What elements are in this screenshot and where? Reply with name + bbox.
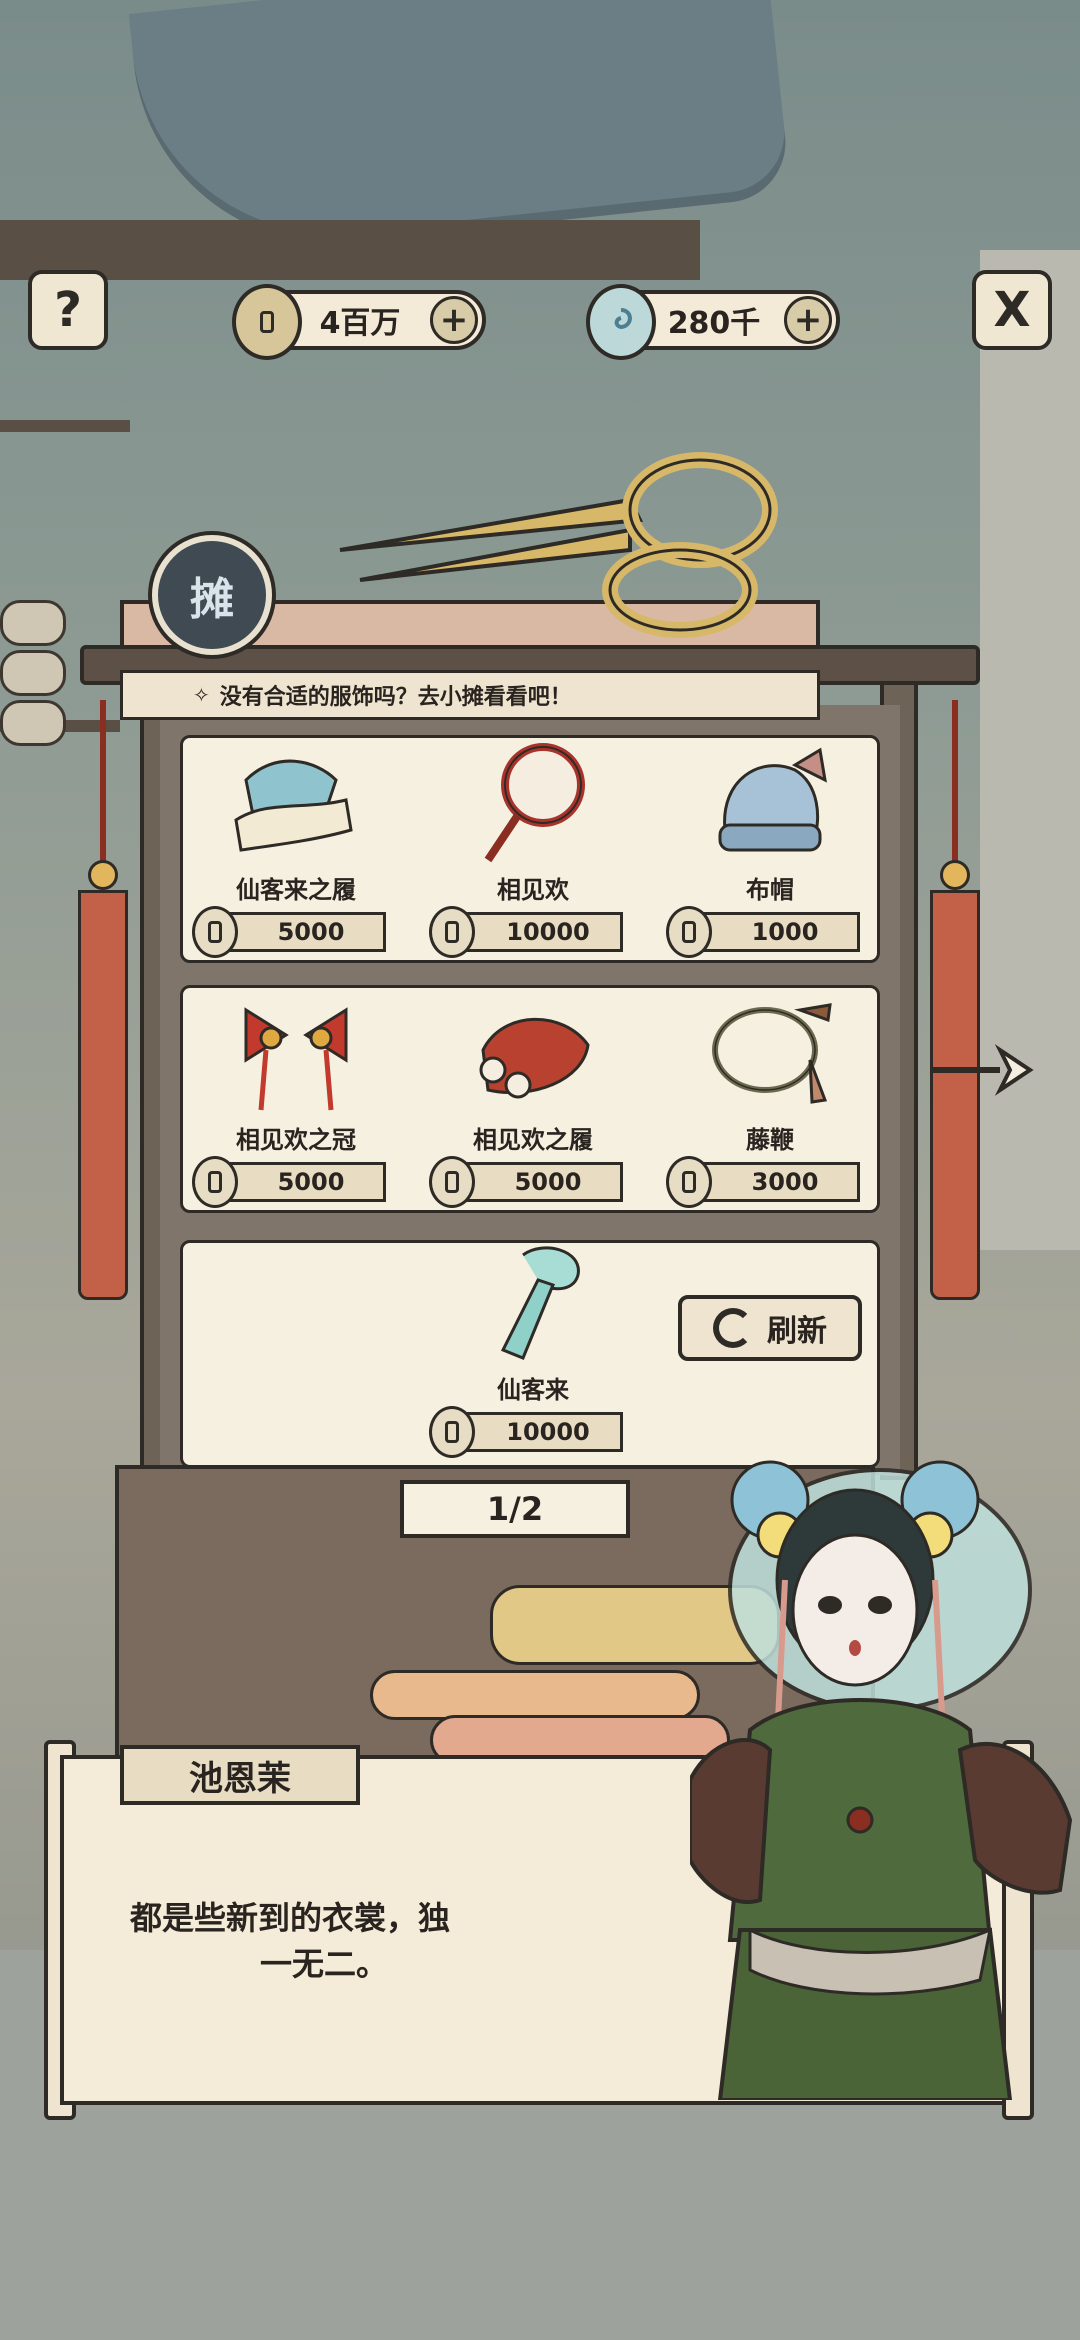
stall-badge-label: 摊: [190, 574, 234, 625]
scissors-icon: [339, 452, 778, 638]
cloth-hat-icon: [718, 747, 827, 852]
fabric-roll: [0, 650, 66, 696]
speaker-name-plate: 池恩茉: [120, 1745, 360, 1805]
background-shelf: [0, 420, 130, 432]
tassel-left: [78, 890, 128, 1300]
tassel-knot: [88, 860, 118, 890]
close-icon: X: [993, 282, 1031, 338]
jade-currency: 280千 +: [586, 284, 840, 360]
bow-crown-icon: [244, 1007, 348, 1111]
refresh-icon: [713, 1308, 753, 1348]
dialog-text: 都是些新到的衣裳，独 一无二。: [130, 1895, 590, 1987]
item-name: 仙客来之履: [236, 876, 356, 904]
item-name: 相见欢之履: [473, 1126, 593, 1154]
shop-item[interactable]: 相见欢 10000: [423, 740, 643, 960]
refresh-label: 刷新: [767, 1314, 827, 1349]
coin-currency: 4百万 +: [232, 284, 486, 360]
shop-item[interactable]: 相见欢之履 5000: [423, 990, 643, 1210]
shop-item[interactable]: 仙客来 10000: [423, 1240, 643, 1460]
item-name: 相见欢之冠: [236, 1126, 356, 1154]
shoes-icon: [234, 759, 353, 852]
dialog-line: 一无二。: [260, 1945, 389, 1983]
shop-item[interactable]: 仙客来之履 5000: [186, 740, 406, 960]
coin-icon: [666, 1156, 712, 1208]
scepter-icon: [500, 1246, 580, 1360]
red-shoes-icon: [479, 1017, 590, 1099]
coin-icon: [192, 906, 238, 958]
hand-drum-icon: [484, 743, 585, 863]
fabric-roll: [0, 600, 66, 646]
tassel-cord: [952, 700, 958, 870]
fabric-roll: [0, 700, 66, 746]
shop-item[interactable]: 相见欢之冠 5000: [186, 990, 406, 1210]
speaker-name: 池恩茉: [189, 1758, 291, 1799]
tassel-cord: [100, 700, 106, 870]
shop-item[interactable]: 布帽 1000: [660, 740, 880, 960]
item-name: 相见欢: [497, 876, 569, 904]
coin-icon: [666, 906, 712, 958]
stall-tip-text: 没有合适的服饰吗？去小摊看看吧！: [219, 685, 572, 710]
jade-icon: [586, 284, 656, 360]
refresh-button[interactable]: 刷新: [678, 1295, 862, 1361]
close-button[interactable]: X: [972, 270, 1052, 350]
whip-icon: [712, 1003, 832, 1104]
next-page-arrow-icon[interactable]: [930, 1040, 1050, 1100]
coin-icon: [192, 1156, 238, 1208]
page-indicator: 1/2: [400, 1480, 630, 1538]
item-name: 藤鞭: [746, 1126, 794, 1154]
background-wall: [980, 250, 1080, 1250]
stall-button[interactable]: 摊: [152, 535, 272, 655]
page-indicator-text: 1/2: [486, 1490, 544, 1528]
help-button[interactable]: ?: [28, 270, 108, 350]
pointer-icon: ✧: [193, 683, 210, 707]
coin-icon: [429, 906, 475, 958]
add-jade-button[interactable]: +: [784, 296, 832, 344]
coin-icon: [429, 1406, 475, 1458]
add-coins-button[interactable]: +: [430, 296, 478, 344]
item-name: 仙客来: [497, 1376, 569, 1404]
background-shelf: [0, 220, 700, 280]
dialog-line: 都是些新到的衣裳，独: [130, 1899, 451, 1937]
stall-tip-bar[interactable]: ✧ 没有合适的服饰吗？去小摊看看吧！: [120, 670, 820, 720]
copper-coin-icon: [232, 284, 302, 360]
shopkeeper-character: [690, 1460, 1073, 2100]
tassel-knot: [940, 860, 970, 890]
coin-icon: [429, 1156, 475, 1208]
shop-item[interactable]: 藤鞭 3000: [660, 990, 880, 1210]
cloth-roll: [370, 1670, 700, 1720]
help-icon: ?: [54, 282, 82, 338]
item-name: 布帽: [746, 876, 794, 904]
